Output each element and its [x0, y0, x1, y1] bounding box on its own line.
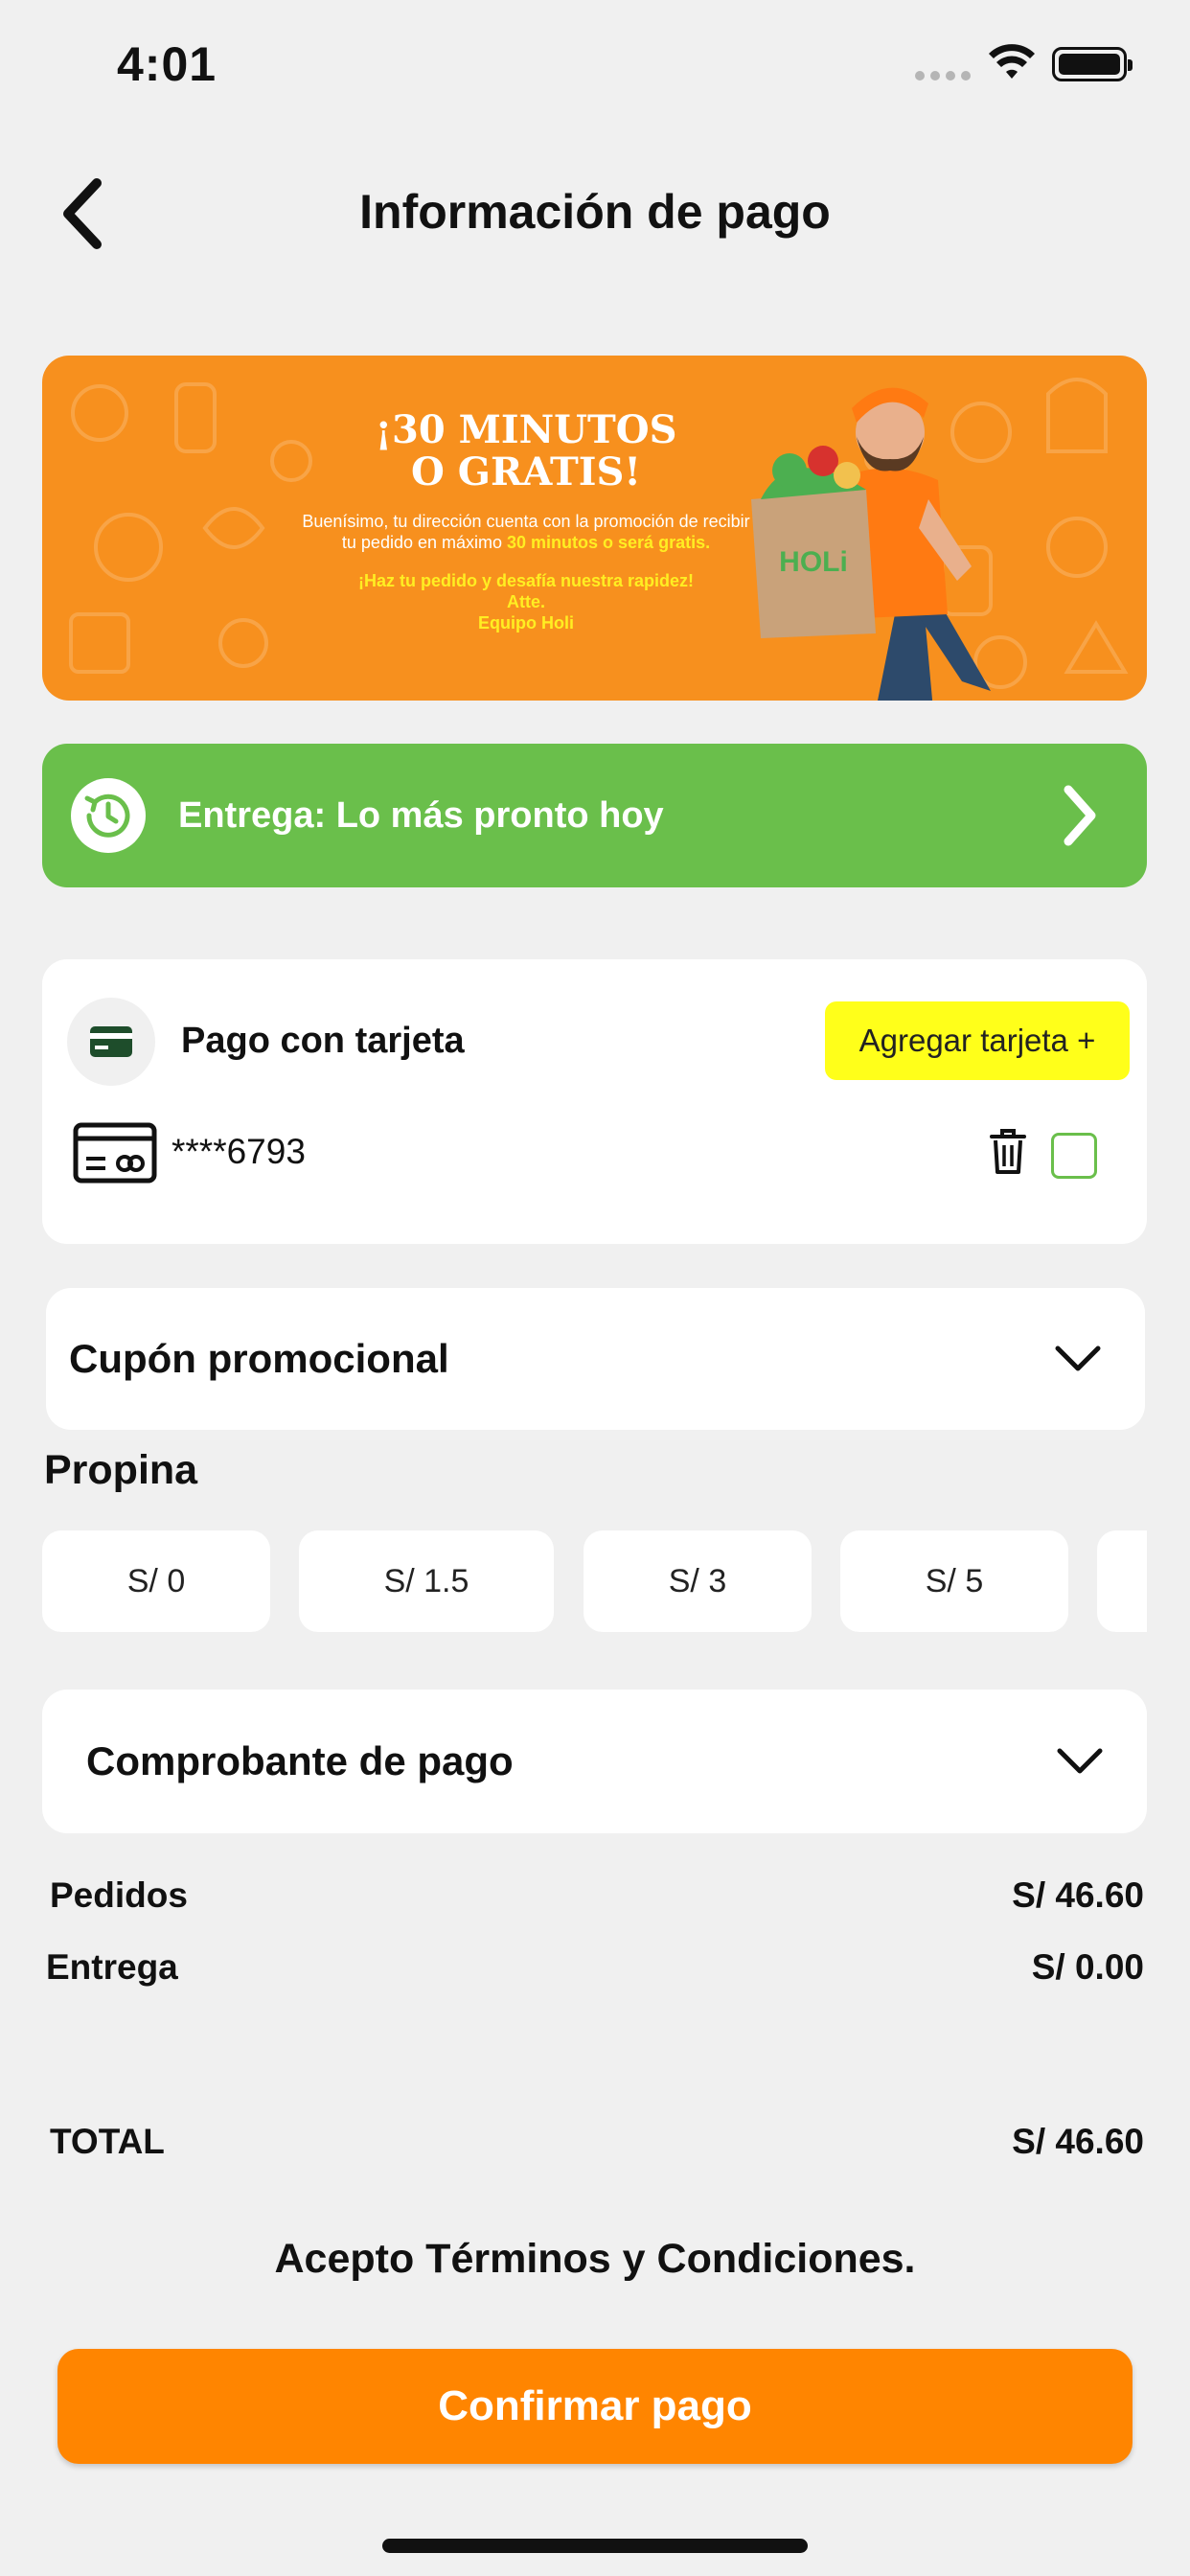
credit-card-icon [67, 998, 155, 1086]
coupon-dropdown[interactable]: Cupón promocional [46, 1288, 1145, 1430]
payment-title: Pago con tarjeta [181, 1021, 465, 1061]
chevron-right-icon [1064, 785, 1096, 846]
banner-headline: ¡30 MINUTOS O GRATIS! [375, 407, 677, 494]
coupon-label: Cupón promocional [69, 1336, 449, 1381]
delivery-label: Entrega: Lo más pronto hoy [178, 794, 664, 836]
confirm-payment-button[interactable]: Confirmar pago [57, 2349, 1133, 2464]
bag-logo: HOLi [779, 546, 848, 578]
total-value: S/ 46.60 [1012, 2122, 1144, 2161]
card-number: ****6793 [172, 1132, 306, 1171]
banner-cta-line: Atte. [507, 592, 545, 611]
tip-title: Propina [44, 1447, 198, 1493]
card-payment-section: Pago con tarjeta Agregar tarjeta + ****6… [42, 959, 1147, 1244]
orders-value: S/ 46.60 [1012, 1875, 1144, 1915]
delivery-person-illustration: HOLi [751, 387, 991, 701]
trash-icon[interactable] [989, 1128, 1027, 1176]
banner-text: ¡30 MINUTOS O GRATIS! Buenísimo, tu dire… [301, 409, 751, 633]
banner-cta-line: ¡Haz tu pedido y desafía nuestra rapidez… [357, 571, 695, 590]
add-card-button[interactable]: Agregar tarjeta + [825, 1001, 1130, 1080]
tip-option[interactable]: S/ 5 [840, 1530, 1068, 1632]
card-outline-icon [73, 1122, 157, 1184]
signal-dots-icon [915, 71, 971, 80]
receipt-label: Comprobante de pago [86, 1738, 514, 1783]
clock-history-icon [71, 778, 146, 853]
battery-icon [1052, 47, 1133, 81]
page-title: Información de pago [359, 185, 831, 239]
delivery-fee-label: Entrega [46, 1947, 178, 1987]
chevron-down-icon [1055, 1346, 1101, 1371]
total-label: TOTAL [50, 2122, 165, 2161]
status-time: 4:01 [117, 37, 217, 91]
delivery-time-selector[interactable]: Entrega: Lo más pronto hoy [42, 744, 1147, 887]
tip-option-more[interactable] [1097, 1530, 1147, 1632]
wifi-icon [987, 44, 1037, 87]
banner-cta: ¡Haz tu pedido y desafía nuestra rapidez… [301, 570, 751, 633]
banner-body-highlight: 30 minutos o será gratis. [507, 533, 711, 552]
tip-options: S/ 0 S/ 1.5 S/ 3 S/ 5 [42, 1530, 1147, 1632]
banner-cta-line: Equipo Holi [478, 613, 574, 632]
banner-body: Buenísimo, tu dirección cuenta con la pr… [301, 511, 751, 553]
home-indicator [382, 2539, 808, 2553]
tip-option[interactable]: S/ 3 [584, 1530, 812, 1632]
orders-label: Pedidos [50, 1875, 188, 1915]
delivery-fee-value: S/ 0.00 [1031, 1947, 1144, 1987]
receipt-dropdown[interactable]: Comprobante de pago [42, 1690, 1147, 1833]
card-select-checkbox[interactable] [1051, 1133, 1097, 1179]
promo-banner: ¡30 MINUTOS O GRATIS! Buenísimo, tu dire… [42, 356, 1147, 701]
tip-option[interactable]: S/ 0 [42, 1530, 270, 1632]
chevron-down-icon [1057, 1748, 1103, 1774]
tip-option[interactable]: S/ 1.5 [299, 1530, 554, 1632]
terms-link[interactable]: Acepto Términos y Condiciones. [0, 2236, 1190, 2283]
